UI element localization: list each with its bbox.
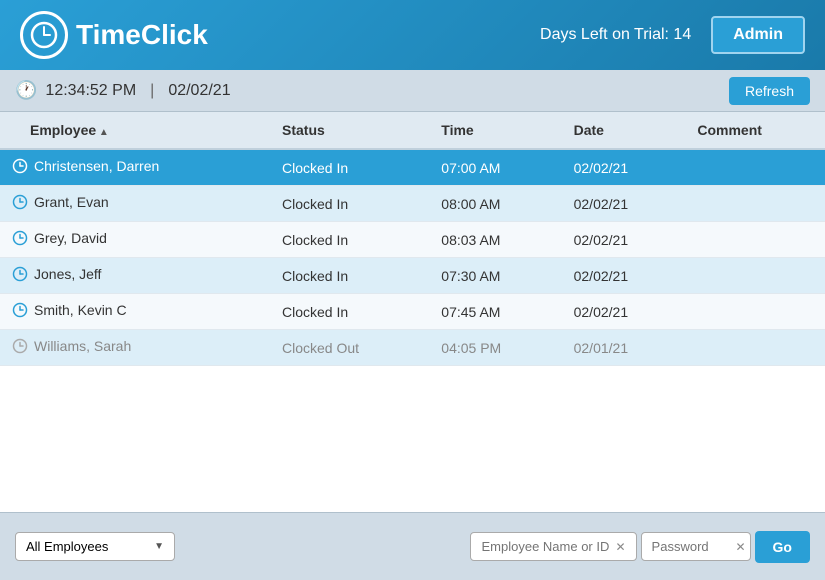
col-status[interactable]: Status [270,112,429,149]
employee-search-field[interactable]: ✕ [470,532,636,561]
date-cell: 02/02/21 [562,258,686,294]
time-cell: 08:03 AM [429,222,561,258]
app-header: TimeClick Days Left on Trial: 14 Admin [0,0,825,70]
date-value: 02/02/21 [168,82,230,100]
logo-area: TimeClick [20,11,208,59]
time-cell: 08:00 AM [429,186,561,222]
toolbar: 🕐 12:34:52 PM | 02/02/21 Refresh [0,70,825,112]
logo-icon [20,11,68,59]
logo-text: TimeClick [76,19,208,51]
comment-cell [685,258,825,294]
time-cell: 07:00 AM [429,149,561,186]
employee-table-container: Employee Status Time Date Comment Christ… [0,112,825,512]
status-cell: Clocked In [270,186,429,222]
table-header: Employee Status Time Date Comment [0,112,825,149]
status-cell: Clocked Out [270,330,429,366]
date-cell: 02/02/21 [562,186,686,222]
table-row[interactable]: Williams, SarahClocked Out04:05 PM02/01/… [0,330,825,366]
clock-icon: 🕐 [15,80,37,101]
col-date[interactable]: Date [562,112,686,149]
comment-cell [685,330,825,366]
col-time[interactable]: Time [429,112,561,149]
comment-cell [685,186,825,222]
clear-password-icon[interactable]: ✕ [736,540,746,554]
status-cell: Clocked In [270,258,429,294]
table-row[interactable]: Christensen, DarrenClocked In07:00 AM02/… [0,149,825,186]
table-header-row: Employee Status Time Date Comment [0,112,825,149]
employee-cell: Grant, Evan [0,186,270,222]
employee-cell: Williams, Sarah [0,330,270,366]
go-button[interactable]: Go [755,531,810,563]
dropdown-label: All Employees [26,539,108,554]
footer: All Employees ▼ ✕ ✕ Go [0,512,825,580]
admin-button[interactable]: Admin [711,16,805,54]
trial-text: Days Left on Trial: 14 [540,26,691,44]
col-employee[interactable]: Employee [0,112,270,149]
comment-cell [685,222,825,258]
employee-cell: Christensen, Darren [0,149,270,186]
employee-name-input[interactable] [481,539,611,554]
footer-right: ✕ ✕ Go [470,531,810,563]
footer-left: All Employees ▼ [15,532,175,561]
comment-cell [685,294,825,330]
employee-cell: Grey, David [0,222,270,258]
date-cell: 02/02/21 [562,149,686,186]
time-display: 🕐 12:34:52 PM | 02/02/21 [15,80,231,101]
status-cell: Clocked In [270,222,429,258]
employee-filter-dropdown[interactable]: All Employees ▼ [15,532,175,561]
comment-cell [685,149,825,186]
table-row[interactable]: Grey, DavidClocked In08:03 AM02/02/21 [0,222,825,258]
table-row[interactable]: Jones, JeffClocked In07:30 AM02/02/21 [0,258,825,294]
password-field[interactable]: ✕ [641,532,751,561]
status-cell: Clocked In [270,294,429,330]
separator: | [150,82,154,100]
chevron-down-icon: ▼ [154,541,164,552]
table-body: Christensen, DarrenClocked In07:00 AM02/… [0,149,825,366]
employee-cell: Smith, Kevin C [0,294,270,330]
time-cell: 07:30 AM [429,258,561,294]
password-input[interactable] [652,539,732,554]
table-row[interactable]: Grant, EvanClocked In08:00 AM02/02/21 [0,186,825,222]
time-cell: 04:05 PM [429,330,561,366]
date-cell: 02/02/21 [562,294,686,330]
employee-table: Employee Status Time Date Comment Christ… [0,112,825,366]
header-right: Days Left on Trial: 14 Admin [540,16,805,54]
date-cell: 02/01/21 [562,330,686,366]
clear-employee-icon[interactable]: ✕ [615,540,625,554]
time-value: 12:34:52 PM [45,82,136,100]
employee-cell: Jones, Jeff [0,258,270,294]
date-cell: 02/02/21 [562,222,686,258]
table-row[interactable]: Smith, Kevin CClocked In07:45 AM02/02/21 [0,294,825,330]
status-cell: Clocked In [270,149,429,186]
refresh-button[interactable]: Refresh [729,77,810,105]
col-comment: Comment [685,112,825,149]
time-cell: 07:45 AM [429,294,561,330]
